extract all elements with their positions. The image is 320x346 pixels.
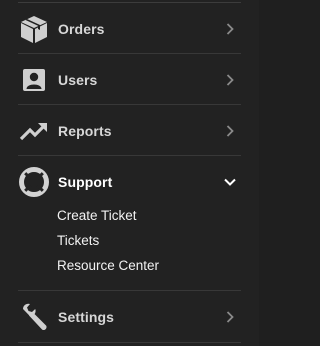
sidebar-item-label: Orders [58, 21, 105, 37]
sidebar-item-label: Reports [58, 123, 112, 139]
submenu-item-resource-center[interactable]: Resource Center [57, 258, 159, 273]
divider [18, 155, 241, 156]
sidebar-item-settings[interactable]: Settings [18, 292, 241, 342]
trend-up-icon [18, 115, 50, 147]
divider [18, 342, 241, 343]
sidebar-item-users[interactable]: Users [18, 55, 241, 105]
submenu-item-create-ticket[interactable]: Create Ticket [57, 208, 137, 223]
sidebar-item-label: Support [58, 174, 113, 190]
divider [18, 104, 241, 105]
divider [18, 2, 241, 3]
sidebar-item-reports[interactable]: Reports [18, 106, 241, 156]
chevron-down-icon[interactable] [223, 175, 237, 189]
user-card-icon [18, 64, 50, 96]
sidebar-item-support[interactable]: Support [18, 157, 241, 207]
chevron-right-icon [223, 73, 237, 87]
chevron-right-icon [223, 124, 237, 138]
sidebar-nav: Orders Users Reports Support Create Tick… [0, 0, 259, 346]
box-icon [18, 13, 50, 45]
submenu-item-tickets[interactable]: Tickets [57, 233, 99, 248]
chevron-right-icon [223, 310, 237, 324]
wrench-icon [18, 301, 50, 333]
divider [18, 53, 241, 54]
lifebuoy-icon [18, 166, 50, 198]
chevron-right-icon [223, 22, 237, 36]
sidebar-item-label: Settings [58, 309, 115, 325]
sidebar-item-orders[interactable]: Orders [18, 4, 241, 54]
divider [18, 290, 241, 291]
sidebar-item-label: Users [58, 72, 98, 88]
